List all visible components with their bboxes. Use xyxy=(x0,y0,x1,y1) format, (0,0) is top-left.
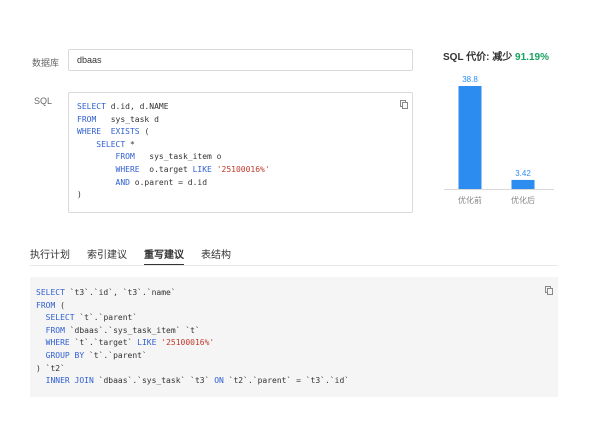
code-token: `t`.`parent` xyxy=(79,313,138,323)
code-token: FROM xyxy=(77,114,111,124)
code-line: FROM `dbaas`.`sys_task_item` `t` xyxy=(36,325,349,338)
code-line: SELECT * xyxy=(77,139,270,152)
tab-2[interactable]: 索引建议 xyxy=(87,246,127,264)
code-token: sys_task d xyxy=(110,114,159,124)
sql-code: SELECT d.id, d.NAME FROM sys_task d WHERE … xyxy=(77,101,270,202)
tab-4[interactable]: 表结构 xyxy=(201,246,231,264)
rewrite-code: SELECT `t3`.`id`, `t3`.`name` FROM ( SELE… xyxy=(36,287,349,388)
code-line: GROUP BY `t`.`parent` xyxy=(36,350,349,363)
code-line: ) xyxy=(77,189,270,202)
code-line: AND o.parent = d.id xyxy=(77,177,270,190)
code-token: FROM xyxy=(36,325,70,335)
sql-editor[interactable]: SELECT d.id, d.NAME FROM sys_task d WHERE … xyxy=(68,92,413,213)
code-token: `dbaas`.`sys_task` `t3` xyxy=(98,376,215,386)
tab-divider xyxy=(30,265,558,266)
cost-percent: 91.19% xyxy=(515,52,549,63)
code-token: SELECT xyxy=(36,313,80,323)
code-token: * xyxy=(129,139,135,149)
code-token: `t`.`target` xyxy=(74,338,138,348)
database-label: 数据库 xyxy=(32,58,60,68)
tab-bar: 执行计划 索引建议 重写建议 表结构 xyxy=(30,246,560,266)
code-token: '25100016%' xyxy=(161,338,215,348)
bar-2 xyxy=(511,179,535,189)
code-token: LIKE xyxy=(137,338,162,348)
code-token: SELECT xyxy=(77,102,111,111)
sql-label: SQL xyxy=(34,96,53,106)
code-token: SELECT xyxy=(77,139,130,149)
code-line: SELECT `t3`.`id`, `t3`.`name` xyxy=(36,287,349,300)
code-token: FROM xyxy=(77,152,150,162)
code-token: sys_task_item o xyxy=(149,152,222,162)
code-line: FROM sys_task_item o xyxy=(77,151,270,164)
x-tick-label: 优化后 xyxy=(511,195,535,205)
code-token: d.id, d.NAME xyxy=(110,102,169,111)
copy-icon[interactable] xyxy=(400,100,408,109)
x-tick-label: 优化前 xyxy=(458,195,482,205)
code-token: o.parent = d.id xyxy=(134,177,208,187)
tab-3[interactable]: 重写建议 xyxy=(144,246,184,266)
database-input[interactable]: dbaas xyxy=(68,49,413,71)
code-token: WHERE EXISTS xyxy=(77,127,145,137)
code-line: FROM ( xyxy=(36,300,349,313)
code-line: SELECT d.id, d.NAME xyxy=(77,101,270,114)
bar-value-label: 38.8 xyxy=(462,75,478,84)
code-token: WHERE xyxy=(36,338,75,348)
tab-1[interactable]: 执行计划 xyxy=(30,246,70,264)
code-token: AND xyxy=(77,177,135,187)
code-token: `t`.`parent` xyxy=(88,350,147,360)
code-token: ) xyxy=(77,190,82,200)
code-token: `dbaas`.`sys_task_item` `t` xyxy=(69,325,200,335)
code-token: `t3`.`id`, `t3`.`name` xyxy=(69,288,176,297)
rewrite-result: SELECT `t3`.`id`, `t3`.`name` FROM ( SELE… xyxy=(30,277,558,397)
code-token: ( xyxy=(144,127,150,137)
code-token: o.target xyxy=(149,164,193,174)
code-line: WHERE o.target LIKE '25100016%' xyxy=(77,164,270,177)
code-token: GROUP BY xyxy=(36,350,89,360)
code-token: SELECT xyxy=(36,288,70,297)
code-line: ) `t2` xyxy=(36,363,349,376)
code-token: ON xyxy=(214,376,229,386)
bar-value-label: 3.42 xyxy=(515,169,531,178)
code-line: INNER JOIN `dbaas`.`sys_task` `t3` ON `t… xyxy=(36,375,349,388)
code-token: ( xyxy=(60,300,65,310)
code-token: LIKE xyxy=(192,164,217,174)
code-line: FROM sys_task d xyxy=(77,114,270,127)
cost-title: SQL 代价: 减少 91.19% xyxy=(443,48,549,63)
cost-title-prefix: SQL 代价: 减少 xyxy=(443,52,516,63)
cost-chart: 38.8 优化前 3.42 优化后 xyxy=(444,75,554,205)
bar-1 xyxy=(458,86,482,189)
code-token: INNER JOIN xyxy=(36,376,99,386)
code-line: SELECT `t`.`parent` xyxy=(36,312,349,325)
code-token: FROM xyxy=(36,300,61,310)
code-token: `t2`.`parent` = `t3`.`id` xyxy=(228,376,350,386)
code-token: '25100016%' xyxy=(216,164,270,174)
code-token: ) `t2` xyxy=(36,363,65,373)
code-token: WHERE xyxy=(77,164,150,174)
code-line: WHERE EXISTS ( xyxy=(77,126,270,139)
code-line: WHERE `t`.`target` LIKE '25100016%' xyxy=(36,337,349,350)
copy-icon[interactable] xyxy=(545,286,553,295)
